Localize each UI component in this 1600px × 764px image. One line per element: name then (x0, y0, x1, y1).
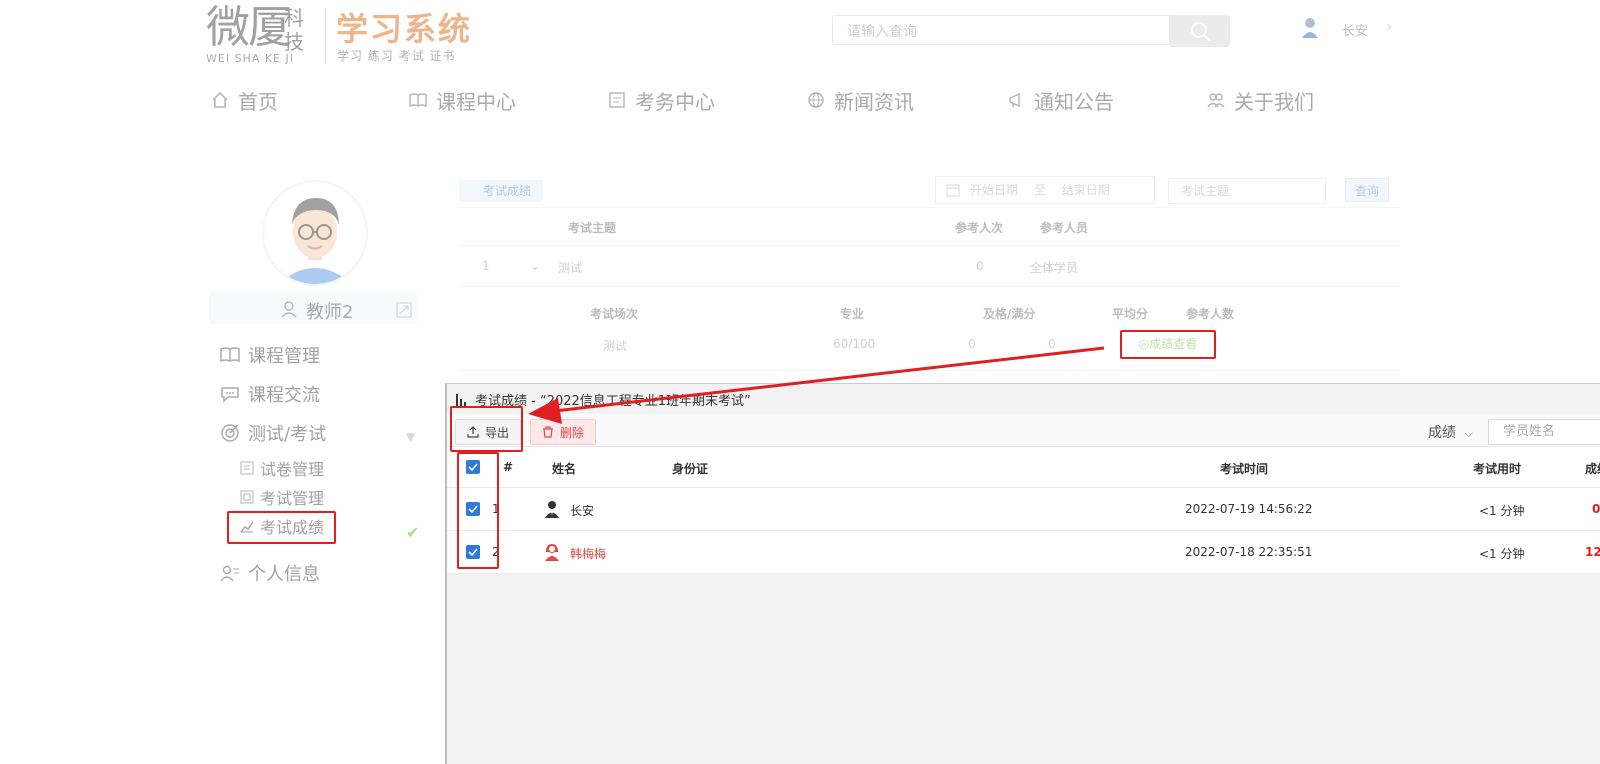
highlight-sidebar-scores (227, 511, 336, 544)
col-duration: 考试用时 (1473, 462, 1522, 476)
chevron-down-icon[interactable]: ⌄ (530, 259, 540, 273)
row-score: 0 (1592, 502, 1600, 516)
row2-count: 0 (1048, 337, 1056, 351)
sidebar-item-label: 测试/考试 (248, 424, 327, 445)
chat-icon (221, 387, 239, 403)
table-row[interactable] (447, 488, 1600, 531)
target-icon (221, 424, 239, 442)
sidebar-item-label: 课程交流 (248, 385, 320, 406)
grid-header (447, 447, 1600, 488)
date-range-input[interactable]: 开始日期 至 结束日期 (935, 176, 1155, 204)
col-index: # (503, 460, 514, 474)
row-exam-time: 2022-07-19 14:56:22 (1185, 502, 1313, 516)
tab-exam-scores[interactable]: 考试成绩 (459, 180, 543, 202)
sidebar-item-test-exam[interactable]: 测试/考试 (220, 420, 326, 446)
divider (459, 245, 1399, 246)
sidebar-sub-exam-management[interactable]: 考试管理 (240, 485, 324, 509)
bar-chart-icon (455, 393, 469, 407)
highlight-view-button (1120, 330, 1216, 359)
sidebar-sub-label: 试卷管理 (260, 460, 325, 479)
divider (459, 207, 1399, 208)
th-participants: 参考人员 (1040, 221, 1089, 235)
sidebar-item-course-discussion[interactable]: 课程交流 (220, 381, 320, 407)
check-icon: ✔ (406, 523, 420, 542)
sidebar-item-personal-info[interactable]: 个人信息 (220, 560, 320, 586)
trash-icon (542, 426, 553, 438)
th-major: 专业 (840, 307, 865, 321)
tab-label: 考试成绩 (483, 184, 532, 198)
row-name: 韩梅梅 (570, 547, 607, 561)
row-index: 1 (482, 259, 490, 273)
row-duration: <1 分钟 (1479, 504, 1525, 518)
th-session: 考试场次 (590, 307, 639, 321)
sidebar-sub-label: 考试管理 (260, 489, 325, 508)
delete-button[interactable]: 删除 (530, 419, 596, 445)
divider (459, 370, 1399, 371)
sidebar-item-label: 个人信息 (248, 564, 320, 585)
row-people: 全体学员 (1030, 261, 1079, 275)
col-id-card: 身份证 (672, 462, 709, 476)
row-duration: <1 分钟 (1479, 547, 1525, 561)
table-row[interactable] (447, 531, 1600, 574)
col-score: 成绩 (1585, 462, 1600, 476)
row-subject: 测试 (558, 261, 583, 275)
th-attempts: 参考人次 (955, 221, 1004, 235)
highlight-checkboxes (457, 452, 499, 569)
student-name-input[interactable]: 学员姓名 (1488, 419, 1600, 445)
th-pass-full: 及格/满分 (983, 307, 1036, 321)
score-dropdown[interactable]: 成绩 ⌵ (1428, 422, 1473, 442)
th-subject: 考试主题 (568, 221, 617, 235)
query-button[interactable]: 查询 (1345, 178, 1389, 202)
chevron-down-icon[interactable]: ▼ (406, 430, 415, 444)
paper-icon (240, 461, 254, 475)
delete-label: 删除 (559, 425, 584, 440)
date-separator-icon: 至 (1033, 183, 1046, 197)
start-date: 开始日期 (970, 183, 1019, 197)
sidebar-sub-paper-management[interactable]: 试卷管理 (240, 456, 324, 480)
end-date: 结束日期 (1061, 183, 1110, 197)
row-count: 0 (976, 259, 984, 273)
th-average: 平均分 (1112, 307, 1149, 321)
row-score: 12 (1585, 545, 1600, 559)
row2-session: 测试 (603, 339, 628, 353)
th-participant-count: 参考人数 (1186, 307, 1235, 321)
col-name: 姓名 (552, 462, 577, 476)
male-user-icon (545, 501, 559, 518)
row-exam-time: 2022-07-18 22:35:51 (1185, 545, 1313, 559)
score-dropdown-label: 成绩 (1428, 425, 1456, 441)
background-panel: 考试成绩 开始日期 至 结束日期 考试主题 查询 考试主题 参考人次 参考人员 … (0, 0, 1600, 380)
exam-icon (240, 490, 254, 504)
row2-average: 0 (968, 337, 976, 351)
subject-input[interactable]: 考试主题 (1168, 178, 1326, 204)
row-name: 长安 (570, 504, 595, 518)
divider (459, 286, 1399, 287)
calendar-icon (946, 184, 960, 197)
col-exam-time: 考试时间 (1220, 462, 1269, 476)
female-user-icon (545, 544, 559, 561)
chevron-down-icon: ⌵ (1464, 427, 1473, 440)
row2-pass-full: 60/100 (833, 337, 876, 351)
highlight-export-button (450, 406, 523, 452)
profile-icon (220, 565, 239, 582)
